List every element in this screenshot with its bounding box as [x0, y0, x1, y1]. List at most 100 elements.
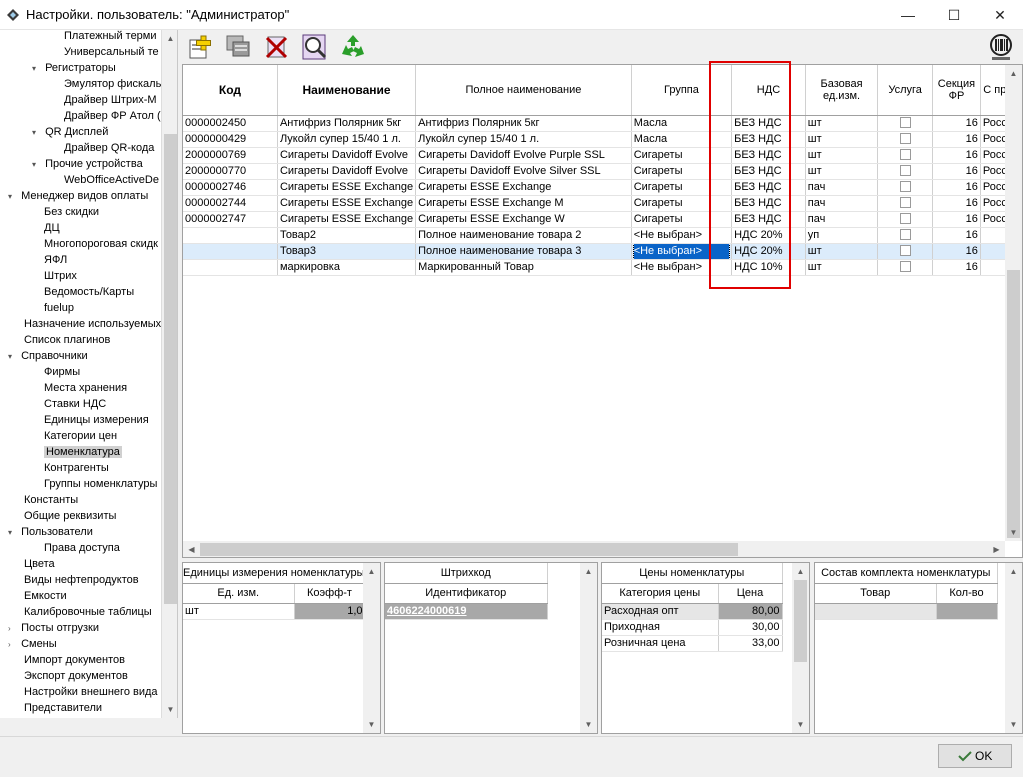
- scroll-up-icon[interactable]: ▲: [363, 563, 380, 580]
- kit-panel[interactable]: Состав комплекта номенклатуры Товар Кол-…: [814, 562, 1023, 734]
- cell-unit[interactable]: пач: [805, 195, 879, 212]
- cell-code[interactable]: [183, 243, 278, 260]
- tree-item[interactable]: fuelup: [44, 300, 74, 316]
- cell-name[interactable]: Сигареты ESSE Exchange: [277, 211, 417, 228]
- kit-scrollbar[interactable]: ▲ ▼: [1005, 563, 1022, 733]
- cell-name[interactable]: маркировка: [277, 259, 417, 276]
- tree-item[interactable]: Импорт документов: [24, 652, 125, 668]
- tree-item[interactable]: Фирмы: [44, 364, 80, 380]
- tree-item[interactable]: ДЦ: [44, 220, 60, 236]
- service-checkbox[interactable]: [899, 117, 911, 129]
- tree-item[interactable]: Универсальный те: [64, 44, 159, 60]
- tree-item[interactable]: Драйвер Штрих-М: [64, 92, 157, 108]
- scroll-up-icon[interactable]: ▲: [580, 563, 597, 580]
- service-checkbox[interactable]: [899, 229, 911, 241]
- cell-vat[interactable]: БЕЗ НДС: [731, 211, 806, 228]
- tree-item[interactable]: Емкости: [24, 588, 67, 604]
- cell-service[interactable]: [877, 147, 933, 164]
- service-checkbox[interactable]: [899, 181, 911, 193]
- cell-group[interactable]: <Не выбран>: [631, 259, 733, 276]
- col-header-code[interactable]: Код: [183, 65, 278, 116]
- cell-section[interactable]: 16: [932, 195, 981, 212]
- cell-unit[interactable]: уп: [805, 227, 879, 244]
- prices-col-category[interactable]: Категория цены: [602, 583, 719, 604]
- scroll-down-icon[interactable]: ▼: [1005, 524, 1022, 541]
- cell-full-name[interactable]: Антифриз Полярник 5кг: [415, 115, 632, 132]
- cell-unit[interactable]: шт: [805, 243, 879, 260]
- nomenclature-grid[interactable]: Код Наименование Полное наименование Гру…: [182, 64, 1023, 558]
- price-cell-value[interactable]: 30,00: [718, 619, 783, 636]
- tree-item[interactable]: ЯФЛ: [44, 252, 67, 268]
- cell-vat[interactable]: НДС 10%: [731, 259, 806, 276]
- table-row[interactable]: маркировка Маркированный Товар <Не выбран>…: [183, 259, 1022, 276]
- close-button[interactable]: ✕: [977, 0, 1023, 30]
- cell-section[interactable]: 16: [932, 179, 981, 196]
- cell-vat[interactable]: БЕЗ НДС: [731, 179, 806, 196]
- cell-name[interactable]: Товар3: [277, 243, 417, 260]
- tree-item[interactable]: Без скидки: [44, 204, 99, 220]
- service-checkbox[interactable]: [899, 213, 911, 225]
- cell-full-name[interactable]: Лукойл супер 15/40 1 л.: [415, 131, 632, 148]
- cell-section[interactable]: 16: [932, 227, 981, 244]
- scroll-down-icon[interactable]: ▼: [580, 716, 597, 733]
- barcode-col-id[interactable]: Идентификатор: [385, 583, 548, 604]
- cell-code[interactable]: [183, 227, 278, 244]
- cell-full-name[interactable]: Сигареты Davidoff Evolve Silver SSL: [415, 163, 632, 180]
- cell-unit[interactable]: шт: [805, 131, 879, 148]
- price-cell-category[interactable]: Розничная цена: [602, 635, 719, 652]
- tree-item[interactable]: Виды нефтепродуктов: [24, 572, 139, 588]
- tree-item[interactable]: Цвета: [24, 556, 55, 572]
- units-panel[interactable]: Единицы измерения номенклатуры Ед. изм. …: [182, 562, 381, 734]
- scroll-down-icon[interactable]: ▼: [1005, 716, 1022, 733]
- tree-item[interactable]: Единицы измерения: [44, 412, 149, 428]
- refresh-icon[interactable]: [338, 32, 368, 62]
- table-row[interactable]: 0000002747 Сигареты ESSE Exchange Сигареты…: [183, 211, 1022, 228]
- scroll-up-icon[interactable]: ▲: [162, 30, 177, 47]
- cell-unit[interactable]: шт: [805, 115, 879, 132]
- cell-full-name[interactable]: Полное наименование товара 2: [415, 227, 632, 244]
- tree-item[interactable]: ▾ Прочие устройства: [32, 156, 143, 172]
- scroll-up-icon[interactable]: ▲: [1005, 563, 1022, 580]
- cell-name[interactable]: Товар2: [277, 227, 417, 244]
- price-cell-value[interactable]: 33,00: [718, 635, 783, 652]
- units-scrollbar[interactable]: ▲ ▼: [363, 563, 380, 733]
- table-row[interactable]: 0000002744 Сигареты ESSE Exchange Сигареты…: [183, 195, 1022, 212]
- cell-service[interactable]: [877, 163, 933, 180]
- col-header-group[interactable]: Группа: [631, 65, 733, 116]
- cell-section[interactable]: 16: [932, 243, 981, 260]
- cell-full-name[interactable]: Сигареты ESSE Exchange M: [415, 195, 632, 212]
- table-row[interactable]: 0000002746 Сигареты ESSE Exchange Сигареты…: [183, 179, 1022, 196]
- cell-unit[interactable]: пач: [805, 179, 879, 196]
- expand-right-icon[interactable]: ›: [8, 637, 18, 653]
- cell-code[interactable]: 2000000769: [183, 147, 278, 164]
- cell-code[interactable]: [183, 259, 278, 276]
- barcode-scrollbar[interactable]: ▲ ▼: [580, 563, 597, 733]
- table-row[interactable]: шт 1,0: [183, 603, 366, 620]
- tree-item[interactable]: ▾ QR Дисплей: [32, 124, 108, 140]
- units-cell-unit[interactable]: шт: [183, 603, 295, 620]
- tree-item[interactable]: Назначение используемых: [24, 316, 161, 332]
- tree-item[interactable]: Штрих: [44, 268, 77, 284]
- cell-code[interactable]: 0000002746: [183, 179, 278, 196]
- table-row[interactable]: 2000000769 Сигареты Davidoff Evolve Сигаре…: [183, 147, 1022, 164]
- table-row[interactable]: Розничная цена 33,00: [602, 635, 783, 652]
- scroll-down-icon[interactable]: ▼: [162, 701, 177, 718]
- scroll-down-icon[interactable]: ▼: [363, 716, 380, 733]
- table-row[interactable]: Товар3 Полное наименование товара 3 <Не вы…: [183, 243, 1022, 260]
- cell-service[interactable]: [877, 131, 933, 148]
- service-checkbox[interactable]: [899, 197, 911, 209]
- table-row[interactable]: [815, 603, 998, 620]
- tree-item[interactable]: ▾ Менеджер видов оплаты: [8, 188, 148, 204]
- cell-name[interactable]: Сигареты ESSE Exchange: [277, 195, 417, 212]
- tree-item[interactable]: Группы номенклатуры: [44, 476, 157, 492]
- cell-section[interactable]: 16: [932, 211, 981, 228]
- cell-name[interactable]: Антифриз Полярник 5кг: [277, 115, 417, 132]
- expand-down-icon[interactable]: ▾: [32, 157, 42, 173]
- service-checkbox[interactable]: [899, 133, 911, 145]
- cell-group[interactable]: Масла: [631, 131, 733, 148]
- tree-item[interactable]: › Смены: [8, 636, 57, 652]
- tree-item[interactable]: › Посты отгрузки: [8, 620, 99, 636]
- grid-vscroll[interactable]: ▲ ▼: [1005, 65, 1022, 541]
- find-icon[interactable]: [300, 32, 330, 62]
- cell-name[interactable]: Лукойл супер 15/40 1 л.: [277, 131, 417, 148]
